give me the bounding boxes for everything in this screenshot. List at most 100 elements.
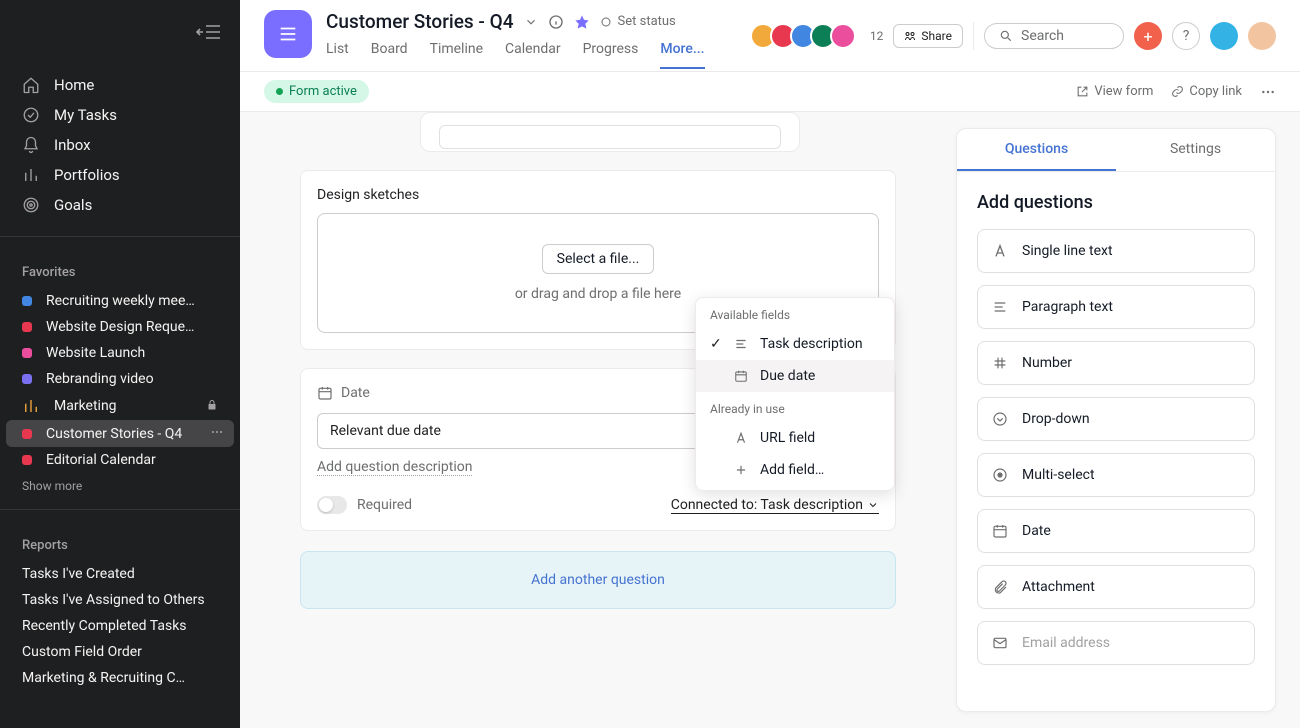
report-item[interactable]: Custom Field Order	[0, 639, 240, 665]
sidebar-item-home[interactable]: Home	[0, 70, 240, 100]
question-type-attach[interactable]: Attachment	[977, 565, 1255, 609]
tab-timeline[interactable]: Timeline	[430, 41, 483, 69]
favorite-label: Recruiting weekly mee…	[46, 293, 218, 309]
lock-icon	[206, 399, 218, 414]
tab-calendar[interactable]: Calendar	[505, 41, 561, 69]
favorite-item[interactable]: Website Launch	[0, 340, 240, 366]
select-file-button[interactable]: Select a file...	[542, 244, 655, 274]
required-toggle[interactable]	[317, 496, 347, 514]
question-type-date[interactable]: Date	[977, 509, 1255, 553]
member-avatars[interactable]	[750, 23, 856, 49]
view-form-link[interactable]: View form	[1076, 84, 1153, 99]
show-more[interactable]: Show more	[0, 473, 240, 499]
question-type-dropdown[interactable]: Drop-down	[977, 397, 1255, 441]
color-dot	[22, 429, 32, 439]
available-fields-popup: Available fields ✓ Task description Due …	[695, 297, 895, 491]
add-another-question[interactable]: Add another question	[300, 551, 896, 609]
avatar[interactable]	[830, 23, 856, 49]
report-item[interactable]: Tasks I've Assigned to Others	[0, 587, 240, 613]
project-icon	[264, 10, 312, 58]
sidebar: Home My Tasks InboxPortfolios Goals Favorit…	[0, 0, 240, 728]
popup-item-task-description[interactable]: ✓ Task description	[696, 328, 894, 360]
create-button[interactable]: +	[1134, 22, 1162, 50]
collapse-sidebar-icon[interactable]	[196, 22, 222, 42]
question-type-email: Email address	[977, 621, 1255, 665]
tab-progress[interactable]: Progress	[583, 41, 639, 69]
sidebar-item-label: My Tasks	[54, 106, 117, 124]
favorite-label: Website Launch	[46, 345, 218, 361]
question-type-para[interactable]: Paragraph text	[977, 285, 1255, 329]
popup-item-url-field[interactable]: URL field	[696, 422, 894, 454]
sidebar-item-inbox[interactable]: Inbox	[0, 130, 240, 160]
add-questions-title: Add questions	[977, 192, 1255, 213]
popup-item-due-date[interactable]: Due date	[696, 360, 894, 392]
page-title: Customer Stories - Q4	[326, 10, 514, 33]
search-input[interactable]: Search	[984, 23, 1124, 49]
previous-question-card	[420, 112, 800, 152]
favorite-item[interactable]: Marketing	[0, 392, 240, 420]
number-icon	[992, 355, 1010, 371]
question-type-label: Drop-down	[1022, 411, 1090, 427]
single-icon	[992, 243, 1010, 259]
question-type-label: Email address	[1022, 635, 1110, 651]
report-item[interactable]: Tasks I've Created	[0, 561, 240, 587]
plus-icon	[734, 463, 750, 477]
sidebar-top	[0, 0, 240, 64]
bars-icon	[22, 166, 40, 184]
topbar: Customer Stories - Q4 Set status List Boa…	[240, 0, 1300, 72]
primary-nav: Home My Tasks InboxPortfolios Goals	[0, 64, 240, 226]
share-button[interactable]: Share	[893, 24, 963, 48]
calendar-icon	[317, 385, 333, 401]
tab-questions[interactable]: Questions	[957, 129, 1116, 171]
star-icon[interactable]	[574, 14, 590, 30]
favorite-label: Website Design Reque…	[46, 319, 218, 335]
connected-to-dropdown[interactable]: Connected to: Task description	[671, 497, 879, 514]
color-dot	[22, 455, 32, 465]
check-icon	[22, 106, 40, 124]
copy-link[interactable]: Copy link	[1171, 84, 1242, 99]
text-lines-icon	[734, 337, 750, 351]
sidebar-item-tasks[interactable]: My Tasks	[0, 100, 240, 130]
question-type-single[interactable]: Single line text	[977, 229, 1255, 273]
sidebar-item-goals[interactable]: Goals	[0, 190, 240, 220]
text-a-icon	[734, 431, 750, 445]
date-icon	[992, 523, 1010, 539]
favorite-item[interactable]: Rebranding video	[0, 366, 240, 392]
more-icon[interactable]	[1260, 84, 1276, 100]
org-avatar[interactable]	[1210, 22, 1238, 50]
question-type-label: Date	[341, 385, 370, 401]
favorites-header: Favorites	[0, 247, 240, 288]
sidebar-item-label: Goals	[54, 196, 92, 214]
question-type-label: Number	[1022, 355, 1072, 371]
favorite-item[interactable]: Website Design Reque…	[0, 314, 240, 340]
sidebar-item-portfolios[interactable]: Portfolios	[0, 160, 240, 190]
tab-more[interactable]: More...	[660, 41, 704, 69]
tab-board[interactable]: Board	[371, 41, 408, 69]
report-item[interactable]: Marketing & Recruiting C…	[0, 665, 240, 691]
question-type-label: Single line text	[1022, 243, 1113, 259]
question-type-label: Paragraph text	[1022, 299, 1113, 315]
more-icon[interactable]	[210, 425, 224, 442]
main: Customer Stories - Q4 Set status List Boa…	[240, 0, 1300, 728]
reports-header: Reports	[0, 520, 240, 561]
favorite-item[interactable]: Customer Stories - Q4	[6, 420, 234, 447]
set-status[interactable]: Set status	[600, 14, 676, 29]
color-dot	[22, 348, 32, 358]
info-icon[interactable]	[548, 14, 564, 30]
question-type-number[interactable]: Number	[977, 341, 1255, 385]
form-active-pill[interactable]: Form active	[264, 80, 369, 103]
popup-item-add-field[interactable]: Add field…	[696, 454, 894, 486]
color-dot	[22, 296, 32, 306]
report-item[interactable]: Recently Completed Tasks	[0, 613, 240, 639]
tab-settings[interactable]: Settings	[1116, 129, 1275, 171]
question-type-label: Date	[1022, 523, 1051, 539]
user-avatar[interactable]	[1248, 22, 1276, 50]
question-type-label: Attachment	[1022, 579, 1095, 595]
favorite-item[interactable]: Recruiting weekly mee…	[0, 288, 240, 314]
tab-list[interactable]: List	[326, 41, 349, 69]
add-description-link[interactable]: Add question description	[317, 459, 472, 476]
favorite-item[interactable]: Editorial Calendar	[0, 447, 240, 473]
help-button[interactable]: ?	[1172, 22, 1200, 50]
question-type-multi[interactable]: Multi-select	[977, 453, 1255, 497]
chevron-down-icon[interactable]	[524, 15, 538, 29]
